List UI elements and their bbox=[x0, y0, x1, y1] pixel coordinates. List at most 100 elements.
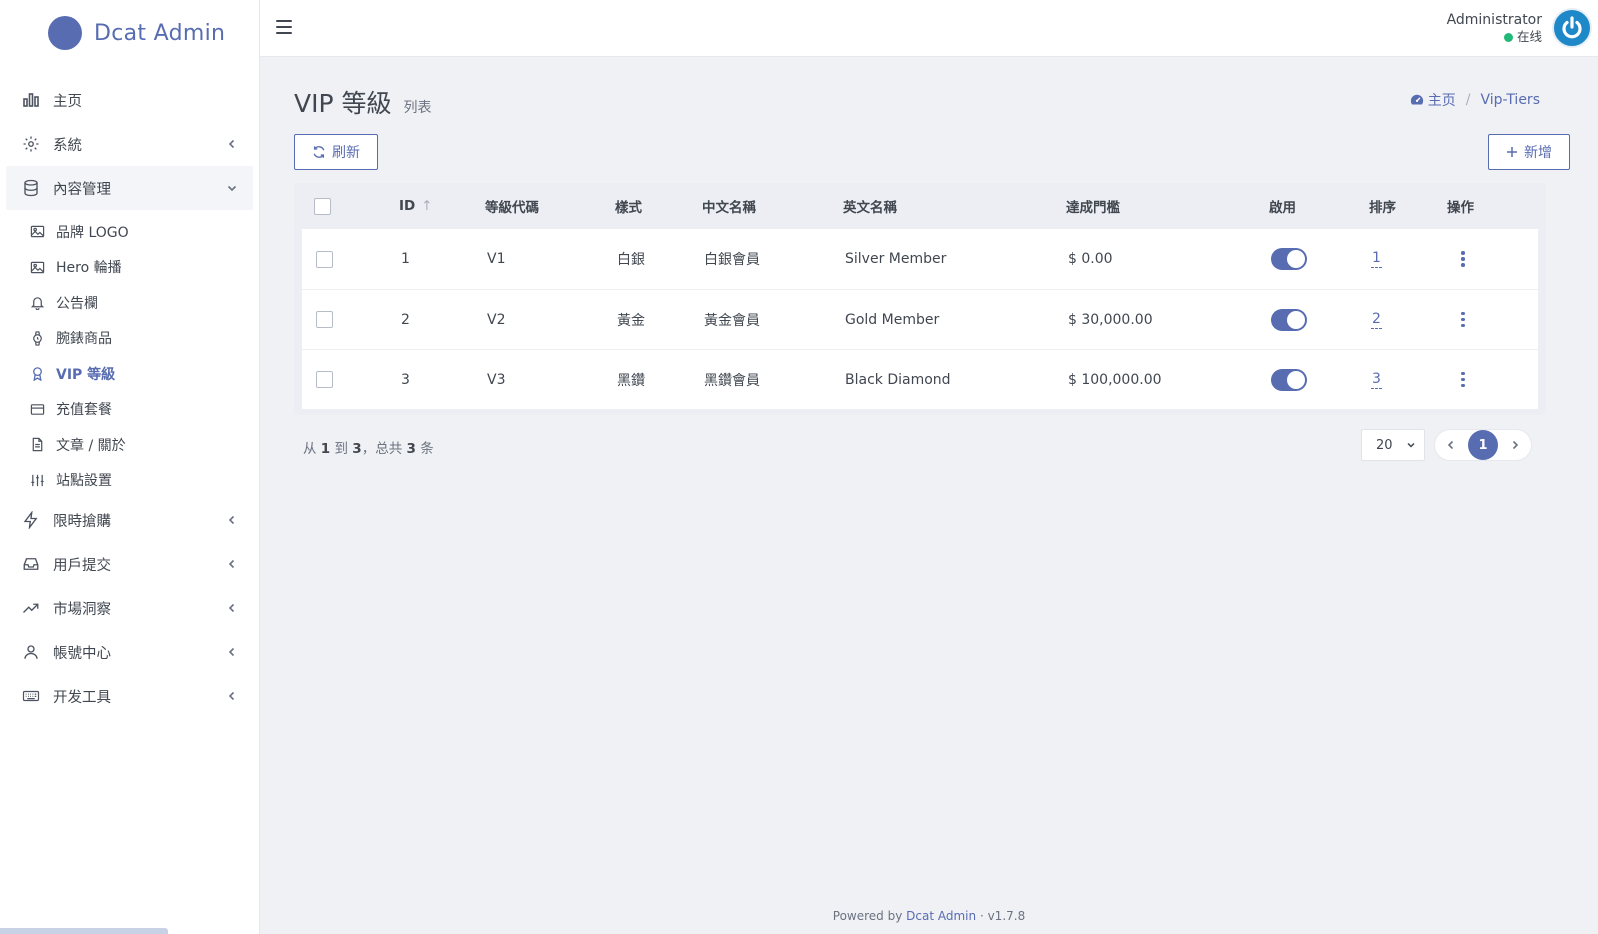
sidebar-scrollbar[interactable] bbox=[0, 928, 168, 934]
brand[interactable]: Dcat Admin bbox=[0, 0, 259, 66]
user-status: 在线 bbox=[1447, 29, 1542, 45]
sidebar-subitem-site-settings[interactable]: 站點設置 bbox=[6, 463, 253, 499]
sidebar-subitem-vip-tiers[interactable]: VIP 等級 bbox=[6, 356, 253, 392]
add-new-label: 新增 bbox=[1524, 144, 1552, 160]
brand-logo-icon bbox=[48, 16, 82, 50]
breadcrumb-home[interactable]: 主页 bbox=[1410, 90, 1456, 110]
enabled-toggle[interactable] bbox=[1271, 248, 1307, 270]
sort-editable[interactable]: 1 bbox=[1371, 250, 1382, 268]
sidebar-subitem-label: 公告欄 bbox=[56, 295, 98, 312]
breadcrumb-separator: / bbox=[1465, 92, 1471, 108]
chevron-left-icon bbox=[225, 513, 239, 527]
enabled-toggle[interactable] bbox=[1271, 368, 1307, 391]
breadcrumb: 主页 / Vip-Tiers bbox=[1410, 90, 1540, 110]
prev-page-icon[interactable] bbox=[1441, 435, 1461, 455]
data-table: ID ↑ 等級代碼 樣式 中文名稱 英文名稱 達成門檻 啟用 排序 操作 1 V1… bbox=[294, 183, 1546, 415]
cell-threshold: $ 0.00 bbox=[1068, 251, 1113, 267]
refresh-button[interactable]: 刷新 bbox=[294, 134, 378, 170]
column-header-actions: 操作 bbox=[1447, 200, 1474, 216]
database-icon bbox=[21, 178, 41, 198]
sidebar-item-content[interactable]: 內容管理 bbox=[6, 166, 253, 210]
sidebar-subitem-label: 腕錶商品 bbox=[56, 331, 112, 348]
sidebar-subitem-label: 品牌 LOGO bbox=[56, 224, 129, 241]
chevron-down-icon bbox=[225, 181, 239, 195]
sidebar-subitem-label: VIP 等級 bbox=[56, 366, 116, 383]
column-header-sort: 排序 bbox=[1369, 200, 1396, 216]
footer-link[interactable]: Dcat Admin bbox=[906, 909, 976, 923]
chevron-left-icon bbox=[225, 557, 239, 571]
plus-icon bbox=[1506, 146, 1518, 158]
chevron-left-icon bbox=[225, 689, 239, 703]
select-all-checkbox[interactable] bbox=[314, 197, 331, 215]
online-dot-icon bbox=[1503, 32, 1513, 42]
column-header-en-name: 英文名稱 bbox=[843, 200, 897, 216]
sidebar-item-dev-tools[interactable]: 开发工具 bbox=[6, 674, 253, 718]
sidebar-item-label: 开发工具 bbox=[53, 689, 111, 706]
cell-code: V3 bbox=[487, 371, 506, 388]
sidebar-item-system[interactable]: 系統 bbox=[6, 122, 253, 166]
sidebar-item-submissions[interactable]: 用戶提交 bbox=[6, 542, 253, 586]
column-header-code: 等級代碼 bbox=[485, 200, 539, 216]
breadcrumb-current[interactable]: Vip-Tiers bbox=[1481, 92, 1541, 108]
user-menu[interactable]: Administrator 在线 bbox=[1447, 0, 1598, 56]
page-button-current[interactable]: 1 bbox=[1468, 430, 1498, 460]
sort-editable[interactable]: 2 bbox=[1371, 311, 1382, 329]
next-page-icon[interactable] bbox=[1505, 435, 1525, 455]
column-header-cn-name: 中文名稱 bbox=[702, 200, 756, 216]
enabled-toggle[interactable] bbox=[1271, 308, 1307, 331]
sidebar-item-market-insights[interactable]: 市場洞察 bbox=[6, 586, 253, 630]
per-page-select[interactable]: 20 bbox=[1361, 429, 1425, 461]
sidebar-subitem-articles[interactable]: 文章 / 關於 bbox=[6, 427, 253, 463]
user-status-text: 在线 bbox=[1516, 29, 1542, 44]
top-navbar: Administrator 在线 bbox=[260, 0, 1598, 57]
menu-toggle-icon[interactable] bbox=[276, 15, 300, 39]
sidebar-item-account-center[interactable]: 帳號中心 bbox=[6, 630, 253, 674]
sidebar-item-label: 限時搶購 bbox=[53, 513, 111, 530]
bar-chart-icon bbox=[21, 90, 41, 110]
column-header-id[interactable]: ID ↑ bbox=[399, 198, 433, 214]
page-subtitle: 列表 bbox=[403, 100, 432, 116]
page-title: VIP 等級 bbox=[294, 89, 392, 118]
pagination-summary: 从 1 到 3，总共 3 条 bbox=[303, 441, 434, 457]
cell-threshold: $ 100,000.00 bbox=[1068, 371, 1162, 388]
column-header-threshold: 達成門檻 bbox=[1066, 200, 1120, 216]
watch-icon bbox=[28, 329, 46, 347]
gear-icon bbox=[21, 134, 41, 154]
sidebar-item-label: 主页 bbox=[53, 93, 82, 110]
column-header-style: 樣式 bbox=[615, 200, 642, 216]
dashboard-icon bbox=[1410, 93, 1424, 107]
cell-style: 白銀 bbox=[617, 252, 645, 268]
sidebar-subitem-brand-logo[interactable]: 品牌 LOGO bbox=[6, 214, 253, 250]
cell-id: 2 bbox=[401, 311, 410, 328]
sidebar-subitem-topup[interactable]: 充值套餐 bbox=[6, 392, 253, 428]
table-header: ID ↑ 等級代碼 樣式 中文名稱 英文名稱 達成門檻 啟用 排序 操作 bbox=[294, 183, 1546, 229]
sort-editable[interactable]: 3 bbox=[1371, 371, 1382, 389]
sidebar-subitem-watches[interactable]: 腕錶商品 bbox=[6, 321, 253, 357]
row-checkbox[interactable] bbox=[316, 371, 333, 388]
image-icon bbox=[28, 258, 46, 276]
credit-card-icon bbox=[28, 400, 46, 418]
chevron-down-icon bbox=[1406, 439, 1416, 454]
cell-en-name: Black Diamond bbox=[845, 371, 951, 388]
sidebar-subitem-announcements[interactable]: 公告欄 bbox=[6, 285, 253, 321]
row-checkbox[interactable] bbox=[316, 311, 333, 328]
sidebar-item-home[interactable]: 主页 bbox=[6, 78, 253, 122]
sidebar-item-label: 內容管理 bbox=[53, 181, 111, 198]
keyboard-icon bbox=[21, 686, 41, 706]
user-icon bbox=[21, 642, 41, 662]
sidebar-submenu: 品牌 LOGO Hero 輪播 公告欄 腕錶商品 VIP 等級 充值套餐 文章 … bbox=[6, 210, 253, 498]
sort-up-icon[interactable]: ↑ bbox=[421, 198, 432, 214]
inbox-icon bbox=[21, 554, 41, 574]
avatar[interactable] bbox=[1552, 8, 1592, 48]
row-checkbox[interactable] bbox=[316, 250, 333, 268]
cell-code: V2 bbox=[487, 311, 506, 328]
cell-threshold: $ 30,000.00 bbox=[1068, 311, 1153, 328]
sidebar-subitem-hero[interactable]: Hero 輪播 bbox=[6, 250, 253, 286]
cell-en-name: Silver Member bbox=[845, 251, 947, 267]
footer: Powered by Dcat Admin · v1.7.8 bbox=[832, 909, 1026, 923]
more-actions-icon[interactable] bbox=[1461, 311, 1465, 328]
add-new-button[interactable]: 新增 bbox=[1488, 134, 1570, 170]
sidebar-item-flash-sale[interactable]: 限時搶購 bbox=[6, 498, 253, 542]
more-actions-icon[interactable] bbox=[1461, 371, 1465, 388]
more-actions-icon[interactable] bbox=[1461, 251, 1465, 267]
